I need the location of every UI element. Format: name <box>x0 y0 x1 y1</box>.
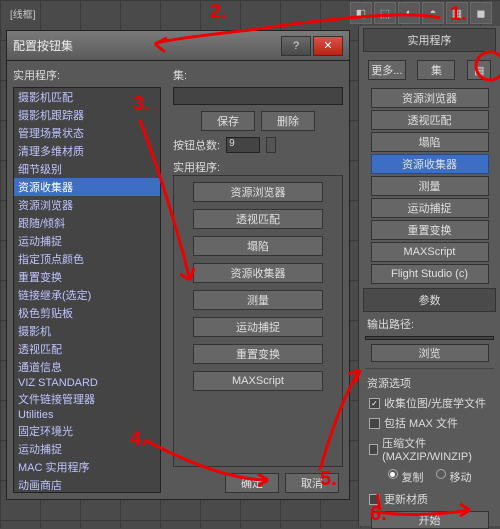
utility-button[interactable]: 资源收集器 <box>371 154 489 174</box>
utility-button[interactable]: 资源浏览器 <box>371 88 489 108</box>
checkbox-zip[interactable] <box>369 444 378 455</box>
tool-icon[interactable]: ◓ <box>422 2 444 24</box>
rollout-header-utilities[interactable]: 实用程序 <box>363 28 496 52</box>
utility-button[interactable]: 重置变换 <box>371 220 489 240</box>
configure-icon[interactable]: ▤ <box>467 60 491 80</box>
tool-icon[interactable]: ◼ <box>470 2 492 24</box>
slot-button[interactable]: 资源浏览器 <box>193 182 323 202</box>
list-item[interactable]: 指定顶点颜色 <box>14 250 160 268</box>
rollout-header-params[interactable]: 参数 <box>363 288 496 312</box>
checkbox-maxfiles[interactable] <box>369 418 380 429</box>
utility-button[interactable]: 运动捕捉 <box>371 198 489 218</box>
slot-button[interactable]: 塌陷 <box>193 236 323 256</box>
button-slot-list: 资源浏览器透视匹配塌陷资源收集器测量运动捕捉重置变换 MAXScript <box>173 175 343 467</box>
begin-button[interactable]: 开始 <box>371 511 489 529</box>
output-path-field[interactable]: \sional_works\Rk-02\archives <box>365 336 494 340</box>
dialog-titlebar[interactable]: 配置按钮集 ? ✕ <box>7 31 349 61</box>
checkbox-bitmaps-label: 收集位图/光度学文件 <box>384 395 486 411</box>
list-item[interactable]: 运动捕捉 <box>14 440 160 458</box>
slot-button[interactable]: 运动捕捉 <box>193 317 323 337</box>
button-count-label: 按钮总数: <box>173 137 220 153</box>
list-item[interactable]: Utilities <box>14 408 160 422</box>
utility-button[interactable]: 测量 <box>371 176 489 196</box>
sets-button[interactable]: 集 <box>417 60 455 80</box>
list-item[interactable]: VIZ STANDARD <box>14 376 160 390</box>
tool-icon[interactable]: ▦ <box>446 2 468 24</box>
utility-button[interactable]: MAXScript <box>371 242 489 262</box>
list-item[interactable]: 极色剪贴板 <box>14 304 160 322</box>
utility-button[interactable]: 塌陷 <box>371 132 489 152</box>
ok-button[interactable]: 确定 <box>225 473 279 493</box>
viewport-label: [线框] <box>10 6 36 21</box>
utility-button[interactable]: 透视匹配 <box>371 110 489 130</box>
tool-icon[interactable]: ◧ <box>350 2 372 24</box>
list-item[interactable]: 资源收集器 <box>14 178 160 196</box>
left-list-label: 实用程序: <box>13 67 161 83</box>
list-item[interactable]: 摄影机匹配 <box>14 88 160 106</box>
list-item[interactable]: 链接继承(选定) <box>14 286 160 304</box>
list-item[interactable]: 运动捕捉 <box>14 232 160 250</box>
checkbox-maxfiles-label: 包括 MAX 文件 <box>384 415 458 431</box>
tool-icon[interactable]: ⬚ <box>374 2 396 24</box>
top-toolbar: ◧ ⬚ ◐ ◓ ▦ ◼ <box>350 2 492 24</box>
list-item[interactable]: 细节级别 <box>14 160 160 178</box>
button-count-spinner[interactable]: 9 <box>226 137 260 153</box>
utility-button[interactable]: Flight Studio (c) <box>371 264 489 284</box>
checkbox-update-materials[interactable] <box>369 494 380 505</box>
list-item[interactable]: 文件链接管理器 <box>14 390 160 408</box>
radio-move[interactable] <box>436 469 446 479</box>
slot-button[interactable]: MAXScript <box>193 371 323 391</box>
configure-buttons-dialog: 配置按钮集 ? ✕ 实用程序: 摄影机匹配摄影机跟踪器管理场景状态清理多维材质细… <box>6 30 350 500</box>
slot-button[interactable]: 资源收集器 <box>193 263 323 283</box>
checkbox-update-materials-label: 更新材质 <box>384 491 428 507</box>
help-button[interactable]: ? <box>281 36 311 56</box>
tool-icon[interactable]: ◐ <box>398 2 420 24</box>
utilities-listbox[interactable]: 摄影机匹配摄影机跟踪器管理场景状态清理多维材质细节级别资源收集器资源浏览器跟随/… <box>13 87 161 493</box>
list-item[interactable]: 固定环境光 <box>14 422 160 440</box>
dialog-title: 配置按钮集 <box>13 37 73 54</box>
list-item[interactable]: MAC 实用程序 <box>14 458 160 476</box>
list-item[interactable]: 通道信息 <box>14 358 160 376</box>
list-item[interactable]: 透视匹配 <box>14 340 160 358</box>
list-item[interactable]: 跟随/倾斜 <box>14 214 160 232</box>
list-item[interactable]: 动画商店 <box>14 476 160 493</box>
list-item[interactable]: 摄影机跟踪器 <box>14 106 160 124</box>
close-button[interactable]: ✕ <box>313 36 343 56</box>
list-item[interactable]: 清理多维材质 <box>14 142 160 160</box>
radio-copy[interactable] <box>388 469 398 479</box>
set-label: 集: <box>173 67 343 83</box>
resource-options-label: 资源选项 <box>367 375 492 391</box>
list-item[interactable]: 重置变换 <box>14 268 160 286</box>
list-item[interactable]: 资源浏览器 <box>14 196 160 214</box>
save-button[interactable]: 保存 <box>201 111 255 131</box>
radio-move-label: 移动 <box>450 469 472 485</box>
browse-button[interactable]: 浏览 <box>371 344 489 362</box>
delete-button[interactable]: 删除 <box>261 111 315 131</box>
spinner-arrows[interactable] <box>266 137 276 153</box>
right-list-label: 实用程序: <box>173 159 343 175</box>
set-dropdown[interactable] <box>173 87 343 105</box>
radio-copy-label: 复制 <box>402 469 424 485</box>
slot-button[interactable]: 重置变换 <box>193 344 323 364</box>
checkbox-bitmaps[interactable]: ✓ <box>369 398 380 409</box>
cancel-button[interactable]: 取消 <box>285 473 339 493</box>
list-item[interactable]: 管理场景状态 <box>14 124 160 142</box>
slot-button[interactable]: 透视匹配 <box>193 209 323 229</box>
checkbox-zip-label: 压缩文件 (MAXZIP/WINZIP) <box>382 435 490 463</box>
slot-button[interactable]: 测量 <box>193 290 323 310</box>
list-item[interactable]: 摄影机 <box>14 322 160 340</box>
output-path-label: 输出路径: <box>367 316 492 332</box>
utilities-panel: 实用程序 更多... 集 ▤ 资源浏览器透视匹配塌陷资源收集器测量运动捕捉重置变… <box>358 26 500 526</box>
more-button[interactable]: 更多... <box>368 60 406 80</box>
